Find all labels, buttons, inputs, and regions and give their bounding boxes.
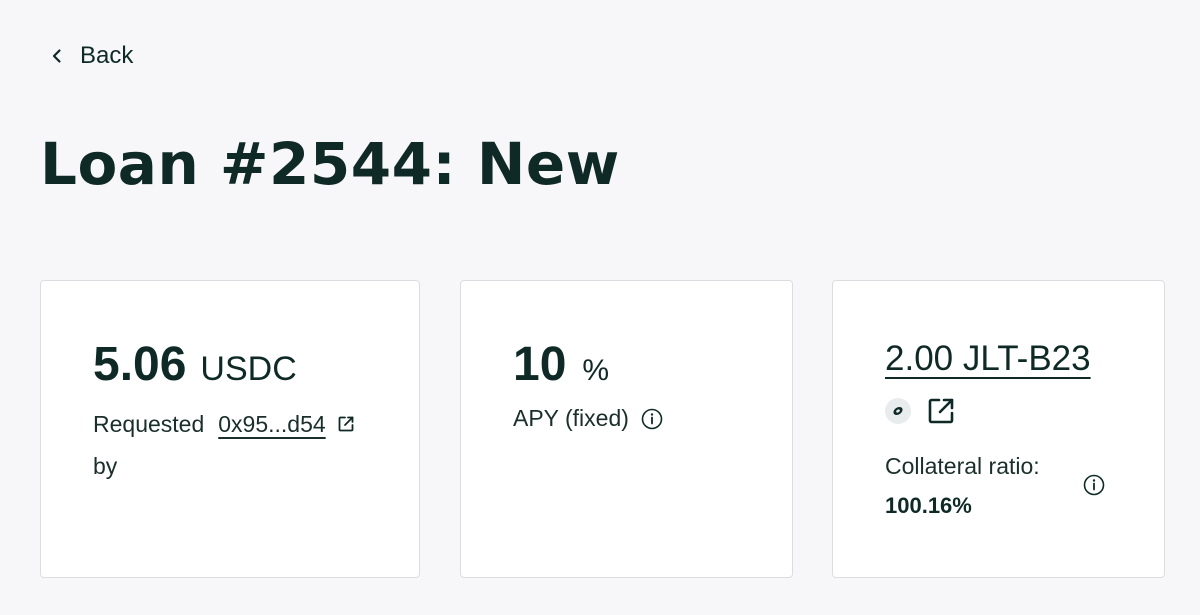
requested-label: Requested (93, 411, 205, 437)
collateral-ratio-value: 100.16% (885, 493, 972, 518)
apy-label: APY (fixed) (513, 405, 629, 431)
apy-unit: % (582, 354, 610, 387)
apy-amount: 10 % (513, 337, 609, 392)
collateral-card: 2.00 JLT-B23 Collateral ratio: 100.16% (832, 280, 1165, 578)
requested-by-label: by (93, 453, 118, 479)
external-link-icon[interactable] (336, 414, 356, 434)
apy-label-row: APY (fixed) (513, 405, 663, 432)
collateral-amount-link[interactable]: 2.00 JLT-B23 (885, 339, 1091, 379)
external-link-icon[interactable] (925, 395, 957, 427)
token-icon (885, 398, 911, 424)
principal-value: 5.06 (93, 338, 187, 391)
back-button[interactable]: Back (48, 42, 133, 70)
principal-unit: USDC (200, 350, 297, 388)
info-icon[interactable] (641, 408, 663, 430)
chevron-left-icon (52, 49, 61, 63)
apy-value: 10 (513, 338, 567, 391)
back-label: Back (80, 42, 134, 69)
principal-card: 5.06 USDC Requested 0x95...d54 by (40, 280, 420, 578)
requested-by: Requested 0x95...d54 by (93, 403, 393, 487)
apy-card: 10 % APY (fixed) (460, 280, 793, 578)
principal-amount: 5.06 USDC (93, 337, 297, 392)
borrower-address-link[interactable]: 0x95...d54 (218, 403, 325, 445)
collateral-icons (885, 395, 957, 427)
info-icon[interactable] (1083, 474, 1105, 496)
collateral-ratio-label: Collateral ratio: (885, 453, 1040, 479)
page-title: Loan #2544: New (40, 130, 620, 198)
